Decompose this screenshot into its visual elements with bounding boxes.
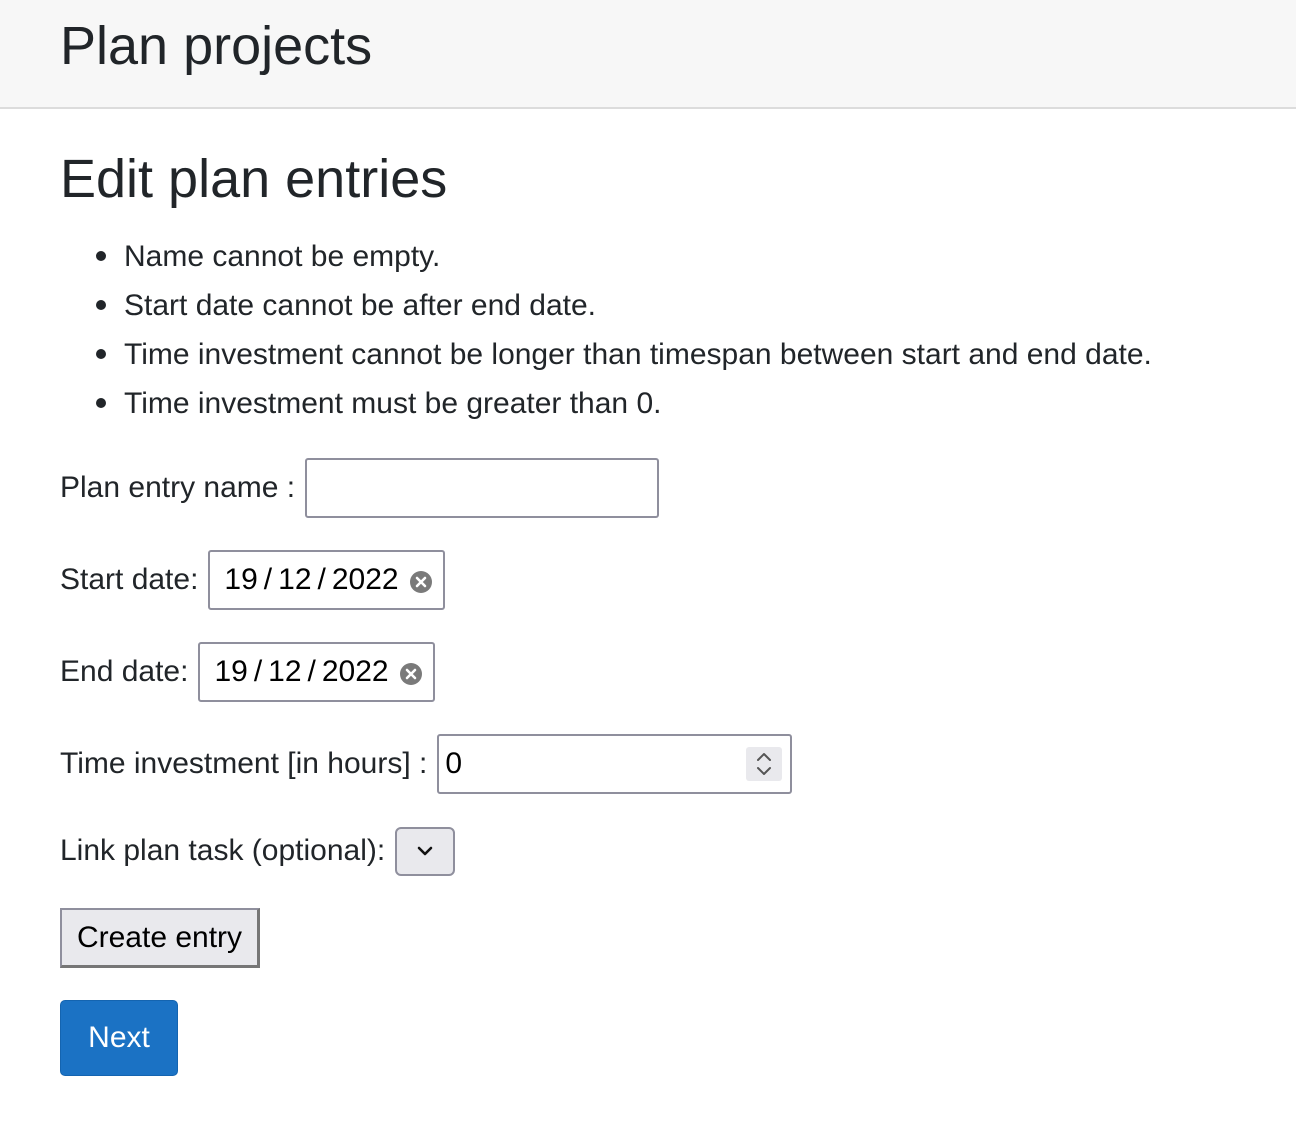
error-item: Time investment must be greater than 0.: [96, 379, 1152, 428]
start-date-day[interactable]: 19: [224, 563, 257, 597]
bullet-icon: [96, 398, 106, 408]
time-investment-row: Time investment [in hours] : 0: [60, 734, 793, 794]
start-date-month[interactable]: 12: [278, 563, 311, 597]
chevron-down-icon: [417, 846, 433, 856]
link-task-row: Link plan task (optional):: [60, 821, 456, 881]
date-separator: /: [317, 563, 326, 596]
name-row: Plan entry name :: [60, 458, 660, 518]
start-date-label: Start date:: [60, 563, 199, 596]
error-item: Start date cannot be after end date.: [96, 281, 1152, 330]
plan-entry-name-input[interactable]: [305, 458, 660, 518]
start-date-input[interactable]: 19 / 12 / 2022: [208, 550, 445, 610]
error-text: Name cannot be empty.: [124, 240, 441, 273]
start-date-row: Start date: 19 / 12 / 2022: [60, 550, 445, 610]
end-date-year[interactable]: 2022: [322, 655, 389, 689]
time-investment-label: Time investment [in hours] :: [60, 747, 428, 780]
date-separator: /: [307, 655, 316, 688]
next-button[interactable]: Next: [60, 1000, 178, 1076]
clear-circle-icon[interactable]: [399, 660, 423, 685]
start-date-year[interactable]: 2022: [332, 563, 399, 597]
plan-task-select[interactable]: [395, 826, 456, 876]
top-header: Plan projects: [0, 0, 1296, 109]
clear-circle-icon[interactable]: [409, 568, 433, 593]
error-item: Time investment cannot be longer than ti…: [96, 330, 1152, 379]
bullet-icon: [96, 349, 106, 359]
end-date-row: End date: 19 / 12 / 2022: [60, 642, 435, 702]
name-label: Plan entry name :: [60, 471, 296, 504]
error-text: Time investment cannot be longer than ti…: [124, 338, 1152, 371]
app-title: Plan projects: [60, 16, 373, 76]
spinner-updown-icon[interactable]: [746, 747, 783, 781]
error-item: Name cannot be empty.: [96, 232, 1152, 281]
bullet-icon: [96, 300, 106, 310]
date-separator: /: [263, 563, 273, 596]
error-list: Name cannot be empty. Start date cannot …: [60, 232, 1152, 428]
end-date-day[interactable]: 19: [214, 655, 247, 689]
error-text: Start date cannot be after end date.: [124, 289, 597, 322]
link-task-label: Link plan task (optional):: [60, 834, 386, 867]
error-text: Time investment must be greater than 0.: [124, 387, 662, 420]
create-entry-button[interactable]: Create entry: [60, 908, 260, 968]
time-investment-value: 0: [445, 747, 463, 780]
time-investment-input[interactable]: 0: [437, 734, 793, 794]
bullet-icon: [96, 251, 106, 261]
end-date-label: End date:: [60, 655, 189, 688]
end-date-month[interactable]: 12: [268, 655, 301, 689]
page-title: Edit plan entries: [60, 149, 448, 209]
end-date-input[interactable]: 19 / 12 / 2022: [198, 642, 435, 702]
date-separator: /: [253, 655, 263, 688]
